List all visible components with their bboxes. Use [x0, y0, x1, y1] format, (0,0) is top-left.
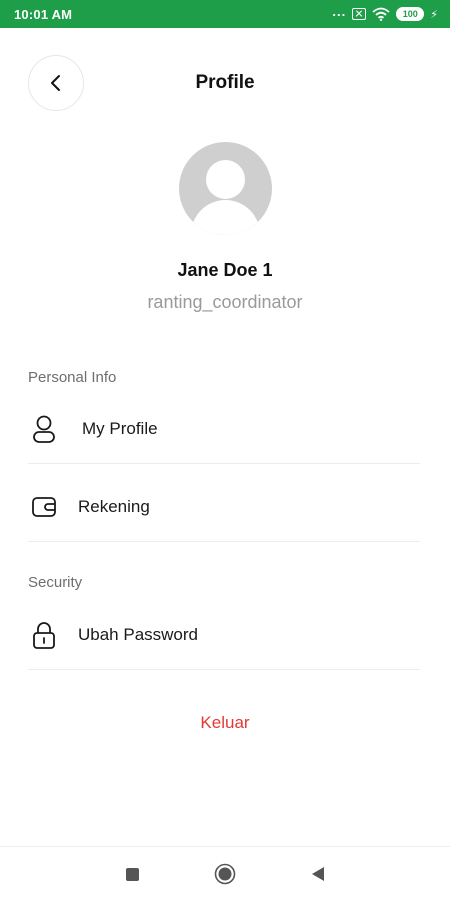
home-circle-icon	[214, 863, 236, 885]
section-label-personal-info: Personal Info	[28, 369, 117, 386]
notification-dots: ...	[332, 3, 347, 19]
recents-square-icon	[125, 867, 139, 881]
avatar-head-shape	[206, 160, 245, 199]
menu-item-ubah-password-label: Ubah Password	[78, 624, 199, 644]
charging-bolt-icon: ⚡	[430, 8, 438, 21]
app-header: Profile	[0, 55, 450, 111]
logout-button[interactable]: Keluar	[0, 713, 450, 733]
avatar-body-shape	[191, 200, 260, 235]
system-nav-bar	[0, 846, 450, 900]
status-bar: 10:01 AM ... 100 ⚡	[0, 0, 450, 28]
system-back-button[interactable]	[288, 847, 348, 900]
user-name: Jane Doe 1	[177, 260, 273, 280]
home-button[interactable]	[195, 847, 255, 900]
menu-item-ubah-password[interactable]: Ubah Password	[28, 600, 420, 670]
menu-item-my-profile[interactable]: My Profile	[28, 394, 420, 464]
menu-item-rekening-label: Rekening	[78, 496, 150, 516]
battery-icon: 100	[396, 7, 425, 21]
sim-off-icon	[352, 8, 367, 20]
avatar-placeholder-icon	[179, 142, 272, 235]
section-label-security: Security	[28, 574, 83, 591]
lock-icon	[28, 619, 60, 651]
page-title: Profile	[195, 72, 255, 93]
wifi-icon	[372, 7, 390, 21]
user-icon	[28, 413, 60, 445]
status-time: 10:01 AM	[14, 6, 73, 22]
recents-button[interactable]	[102, 847, 162, 900]
menu-item-my-profile-label: My Profile	[82, 418, 158, 438]
menu-item-rekening[interactable]: Rekening	[28, 472, 420, 542]
back-triangle-icon	[312, 867, 324, 881]
wallet-icon	[28, 491, 60, 523]
user-role: ranting_coordinator	[147, 292, 303, 312]
status-icons: ... 100 ⚡	[332, 3, 438, 21]
